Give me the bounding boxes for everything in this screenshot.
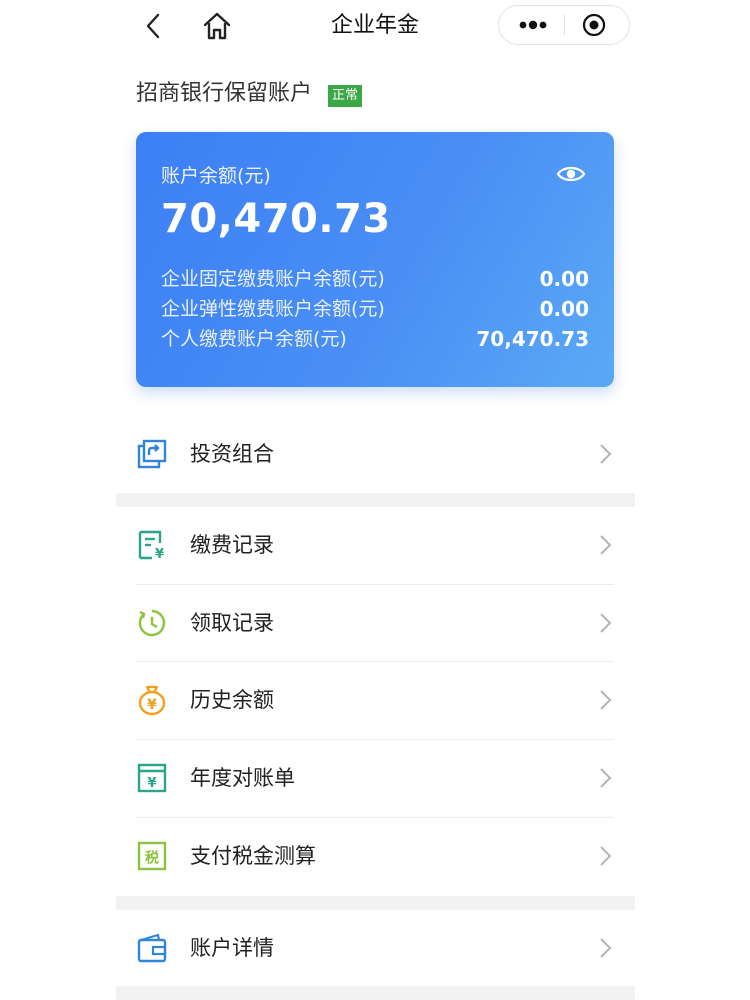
menu-item-label: 年度对账单: [190, 766, 295, 790]
menu-item-label: 历史余额: [190, 688, 274, 712]
chevron-right-icon: [600, 768, 612, 788]
section-gap: [116, 986, 635, 1000]
balance-row-label: 个人缴费账户余额(元): [161, 328, 347, 350]
menu-item-label: 缴费记录: [190, 533, 274, 557]
menu-item-withdrawal-records[interactable]: 领取记录: [136, 585, 614, 661]
balance-row-fixed: 企业固定缴费账户余额(元) 0.00: [161, 265, 589, 293]
menu-item-tax-calculation[interactable]: 税 支付税金测算: [136, 818, 614, 894]
balance-row-value: 0.00: [539, 267, 589, 291]
balance-row-label: 企业固定缴费账户余额(元): [161, 268, 385, 290]
money-bag-icon: ¥: [138, 685, 166, 716]
balance-row-value: 70,470.73: [476, 327, 589, 351]
menu-item-label: 领取记录: [190, 611, 274, 635]
menu-item-history-balance[interactable]: ¥ 历史余额: [136, 662, 614, 738]
target-close-icon[interactable]: [565, 6, 629, 44]
menu-item-label: 投资组合: [190, 442, 274, 466]
mini-program-capsule: [498, 5, 630, 45]
status-badge: 正常: [328, 85, 363, 107]
payment-record-icon: ¥: [138, 530, 164, 561]
chevron-right-icon: [600, 938, 612, 958]
balance-card: 账户余额(元) 70,470.73 企业固定缴费账户余额(元) 0.00 企业弹…: [136, 132, 614, 387]
tax-calc-icon: 税: [137, 841, 167, 871]
annual-statement-icon-symbol: ¥: [147, 776, 156, 791]
balance-row-personal: 个人缴费账户余额(元) 70,470.73: [161, 325, 589, 353]
total-balance: 70,470.73: [161, 196, 391, 242]
nav-bar: 企业年金: [0, 0, 750, 52]
account-name: 招商银行保留账户: [136, 81, 313, 106]
balance-row-label: 企业弹性缴费账户余额(元): [161, 298, 385, 320]
eye-icon[interactable]: [556, 162, 586, 186]
balance-label: 账户余额(元): [161, 165, 271, 187]
section-gap: [116, 896, 635, 910]
menu-item-portfolio[interactable]: 投资组合: [136, 416, 614, 492]
svg-text:¥: ¥: [155, 547, 164, 561]
chevron-right-icon: [600, 613, 612, 633]
menu-item-label: 账户详情: [190, 936, 274, 960]
wallet-icon: [137, 933, 167, 963]
chevron-right-icon: [600, 535, 612, 555]
menu-item-account-details[interactable]: 账户详情: [136, 910, 614, 986]
balance-row-value: 0.00: [539, 297, 589, 321]
menu-item-annual-statement[interactable]: ¥ 年度对账单: [136, 740, 614, 816]
page-title: 企业年金: [330, 13, 419, 38]
chevron-right-icon: [600, 846, 612, 866]
withdrawal-clock-icon: [138, 609, 166, 637]
balance-row-flexible: 企业弹性缴费账户余额(元) 0.00: [161, 295, 589, 323]
chevron-right-icon: [600, 444, 612, 464]
money-bag-icon-symbol: ¥: [147, 697, 157, 713]
portfolio-icon: [137, 439, 167, 469]
menu-item-payment-records[interactable]: ¥ 缴费记录: [136, 507, 614, 583]
more-dots-icon[interactable]: [499, 6, 565, 44]
section-gap: [116, 493, 635, 507]
chevron-right-icon: [600, 690, 612, 710]
annual-statement-icon: ¥: [137, 763, 167, 793]
tax-calc-icon-symbol: 税: [145, 850, 159, 867]
menu-item-label: 支付税金测算: [190, 844, 316, 868]
